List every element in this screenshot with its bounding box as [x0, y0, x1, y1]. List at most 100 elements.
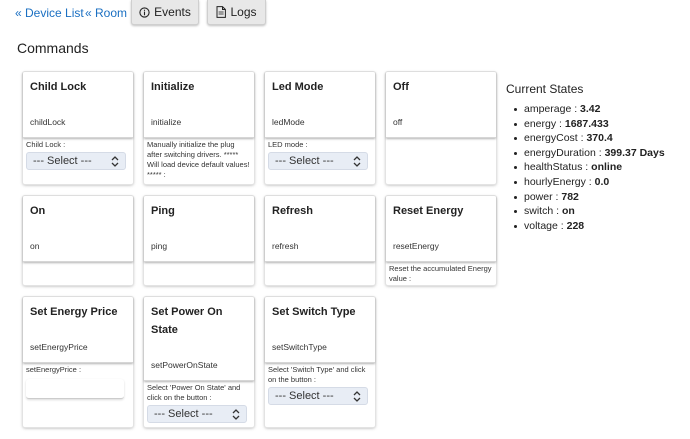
room-link[interactable]: « Room [85, 6, 127, 20]
events-label: Events [154, 5, 191, 19]
command-button-ping[interactable]: Ping ping [144, 196, 254, 262]
device-list-link[interactable]: « Device List [15, 6, 84, 20]
command-button-on[interactable]: On on [23, 196, 133, 262]
state-item: amperage : 3.42 [514, 102, 686, 117]
select-value: --- Select --- [275, 390, 334, 402]
command-button-initialize[interactable]: Initialize initialize [144, 72, 254, 138]
command-name: initialize [151, 117, 182, 127]
state-item: hourlyEnergy : 0.0 [514, 175, 686, 190]
command-card-initialize: Initialize initialize Manually initializ… [144, 72, 254, 184]
document-icon [216, 6, 227, 18]
command-title: Set Energy Price [30, 306, 118, 318]
command-card-led-mode: Led Mode ledMode LED mode : --- Select -… [265, 72, 375, 184]
state-key: healthStatus [524, 161, 583, 174]
current-states-title: Current States [506, 82, 584, 96]
command-name: ledMode [272, 117, 305, 127]
select-value: --- Select --- [154, 408, 213, 420]
argument-label: Select 'Power On State' and click on the… [147, 383, 241, 402]
command-name: setPowerOnState [151, 360, 218, 370]
command-button-set-switch-type[interactable]: Set Switch Type setSwitchType [265, 297, 375, 363]
select-value: --- Select --- [33, 155, 92, 167]
chevron-updown-icon [353, 155, 361, 167]
logs-button[interactable]: Logs [207, 0, 266, 25]
argument-label: Manually initialize the plug after switc… [147, 140, 250, 179]
child-lock-select[interactable]: --- Select --- [26, 152, 126, 170]
chevron-updown-icon [111, 155, 119, 167]
switch-type-select[interactable]: --- Select --- [268, 387, 368, 405]
energy-price-input[interactable] [26, 379, 124, 399]
command-title: Set Switch Type [272, 306, 356, 318]
command-button-led-mode[interactable]: Led Mode ledMode [265, 72, 375, 138]
command-name: childLock [30, 117, 66, 127]
command-card-set-power-on-state: Set Power On State setPowerOnState Selec… [144, 297, 254, 427]
states-list: amperage : 3.42 energy : 1687.433 energy… [506, 102, 686, 233]
select-value: --- Select --- [275, 155, 334, 167]
command-name: setEnergyPrice [30, 342, 88, 352]
command-card-refresh: Refresh refresh [265, 196, 375, 285]
command-card-set-switch-type: Set Switch Type setSwitchType Select 'Sw… [265, 297, 375, 427]
state-value: 370.4 [586, 132, 613, 145]
command-card-ping: Ping ping [144, 196, 254, 285]
command-name: ping [151, 241, 168, 251]
command-button-reset-energy[interactable]: Reset Energy resetEnergy [386, 196, 496, 262]
led-mode-select[interactable]: --- Select --- [268, 152, 368, 170]
state-item: switch : on [514, 204, 686, 219]
command-title: Set Power On State [151, 306, 223, 336]
command-name: refresh [272, 241, 299, 251]
info-icon [139, 6, 150, 18]
command-button-off[interactable]: Off off [386, 72, 496, 138]
command-title: Reset Energy [393, 205, 464, 217]
state-value: online [591, 161, 623, 174]
state-item: healthStatus : online [514, 160, 686, 175]
state-item: voltage : 228 [514, 219, 686, 234]
command-card-on: On on [23, 196, 133, 285]
commands-heading: Commands [17, 40, 89, 56]
state-value: 399.37 Days [604, 146, 665, 159]
events-button[interactable]: Events [131, 0, 199, 25]
command-title: Ping [151, 205, 175, 217]
state-item: energyDuration : 399.37 Days [514, 146, 686, 161]
command-title: Led Mode [272, 81, 324, 93]
chevron-updown-icon [353, 390, 361, 402]
state-item: energy : 1687.433 [514, 117, 686, 132]
command-name: on [30, 241, 40, 251]
state-value: 3.42 [580, 103, 601, 115]
command-button-set-power-on-state[interactable]: Set Power On State setPowerOnState [144, 297, 254, 381]
state-value: 782 [561, 190, 579, 203]
command-card-off: Off off [386, 72, 496, 184]
command-title: Refresh [272, 205, 313, 217]
argument-label: Reset the accumulated Energy value : [389, 264, 492, 283]
current-states-panel: Current States amperage : 3.42 energy : … [506, 82, 686, 233]
state-value: on [561, 205, 575, 218]
state-value: 1687.433 [564, 117, 609, 130]
command-button-child-lock[interactable]: Child Lock childLock [23, 72, 133, 138]
command-card-set-energy-price: Set Energy Price setEnergyPrice setEnerg… [23, 297, 133, 427]
command-name: resetEnergy [393, 241, 439, 251]
command-title: Off [393, 81, 409, 93]
argument-label: LED mode : [268, 140, 308, 149]
top-navigation: « Device List « Room Events Logs [0, 0, 690, 26]
state-key: energy [524, 117, 557, 130]
command-card-child-lock: Child Lock childLock Child Lock : --- Se… [23, 72, 133, 184]
chevron-updown-icon [232, 408, 240, 420]
argument-label: setEnergyPrice : [26, 365, 82, 374]
command-button-refresh[interactable]: Refresh refresh [265, 196, 375, 262]
command-name: off [393, 117, 403, 127]
command-name: setSwitchType [272, 342, 327, 352]
command-card-reset-energy: Reset Energy resetEnergy Reset the accum… [386, 196, 496, 285]
logs-label: Logs [230, 5, 257, 19]
command-button-set-energy-price[interactable]: Set Energy Price setEnergyPrice [23, 297, 133, 363]
argument-label: Select 'Switch Type' and click on the bu… [268, 365, 366, 384]
command-title: Child Lock [30, 81, 87, 93]
power-on-state-select[interactable]: --- Select --- [147, 405, 247, 423]
state-key: switch [524, 205, 554, 218]
state-key: amperage [524, 103, 572, 115]
state-item: energyCost : 370.4 [514, 131, 686, 146]
command-title: On [30, 205, 46, 217]
argument-label: Child Lock : [26, 140, 66, 149]
state-value: 228 [566, 219, 585, 232]
state-value: 0.0 [594, 175, 610, 188]
state-key: power [524, 190, 553, 203]
state-key: voltage [524, 219, 558, 232]
command-title: Initialize [151, 81, 195, 93]
